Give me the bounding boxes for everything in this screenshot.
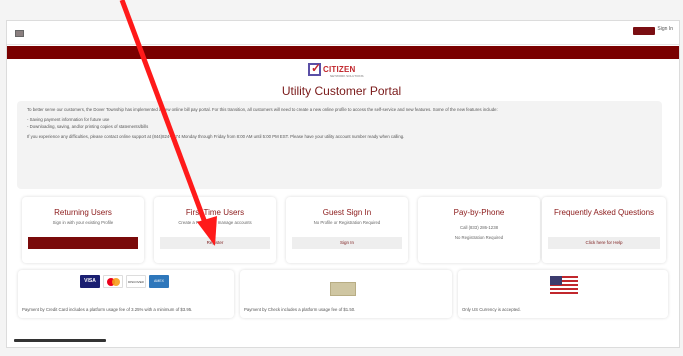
amex-icon: AMEX <box>149 275 169 288</box>
card-guest-sign-in: Guest Sign In No Profile or Registration… <box>286 197 408 263</box>
mastercard-icon <box>103 275 123 288</box>
currency-panel: Only US Currency is accepted. <box>458 270 668 318</box>
notice-line: To better serve our customers, the Dover… <box>27 107 498 112</box>
card-subtitle: Sign in with your existing Profile <box>52 220 114 225</box>
top-bar: Sign In <box>7 21 679 45</box>
us-flag-icon <box>550 276 578 294</box>
logo-text: CITIZEN <box>323 64 356 74</box>
payment-info-row: VISA DISCOVER AMEX Payment by Credit Car… <box>18 270 670 318</box>
options-cards: Returning Users Sign in with your existi… <box>14 197 666 265</box>
card-returning-users: Returning Users Sign in with your existi… <box>22 197 144 263</box>
register-button[interactable]: Register <box>160 237 270 249</box>
card-pay-by-phone: Pay-by-Phone Call (833) 286-1238 No Regi… <box>418 197 540 263</box>
sign-in-link[interactable]: Sign In <box>657 26 673 32</box>
credit-card-panel: VISA DISCOVER AMEX Payment by Credit Car… <box>18 270 234 318</box>
card-title: Pay-by-Phone <box>453 208 505 217</box>
notice-line: - Downloading, saving, and/or printing c… <box>27 124 149 129</box>
check-fee-text: Payment by Check includes a platform usa… <box>244 307 356 312</box>
notice-line: If you experience any difficulties, plea… <box>27 134 405 139</box>
card-faq: Frequently Asked Questions Click here fo… <box>542 197 666 263</box>
card-subtitle: No Profile or Registration Required <box>313 220 381 225</box>
card-title: Guest Sign In <box>322 208 372 217</box>
visa-icon: VISA <box>80 275 100 288</box>
logo-subtext: NETWORK SOLUTIONS <box>330 74 364 78</box>
check-image-icon <box>330 282 356 296</box>
scrollbar[interactable] <box>14 339 106 342</box>
guest-sign-in-button[interactable]: Sign In <box>292 237 402 249</box>
discover-icon: DISCOVER <box>126 275 146 288</box>
page-title: Utility Customer Portal <box>281 84 402 98</box>
flag-icon <box>15 30 24 37</box>
card-first-time-users: First Time Users Create a Profile and ma… <box>154 197 276 263</box>
card-title: Returning Users <box>54 208 112 217</box>
credit-card-fee-text: Payment by Credit Card includes a platfo… <box>22 307 193 312</box>
notice-box: To better serve our customers, the Dover… <box>17 101 662 189</box>
card-subtitle: No Registration Required <box>454 235 504 240</box>
phone-number: Call (833) 286-1238 <box>460 225 498 230</box>
sign-in-button[interactable] <box>28 237 138 249</box>
account-button[interactable] <box>633 27 655 35</box>
checkbox-logo-icon: ✓ <box>308 62 321 76</box>
check-panel: Payment by Check includes a platform usa… <box>240 270 452 318</box>
card-title: First Time Users <box>185 208 245 217</box>
help-button[interactable]: Click here for Help <box>548 237 660 249</box>
card-subtitle: Create a Profile and manage accounts <box>178 220 252 225</box>
notice-line: - Saving payment information for future … <box>27 117 110 122</box>
card-title: Frequently Asked Questions <box>553 208 655 217</box>
currency-text: Only US Currency is accepted. <box>462 307 521 312</box>
